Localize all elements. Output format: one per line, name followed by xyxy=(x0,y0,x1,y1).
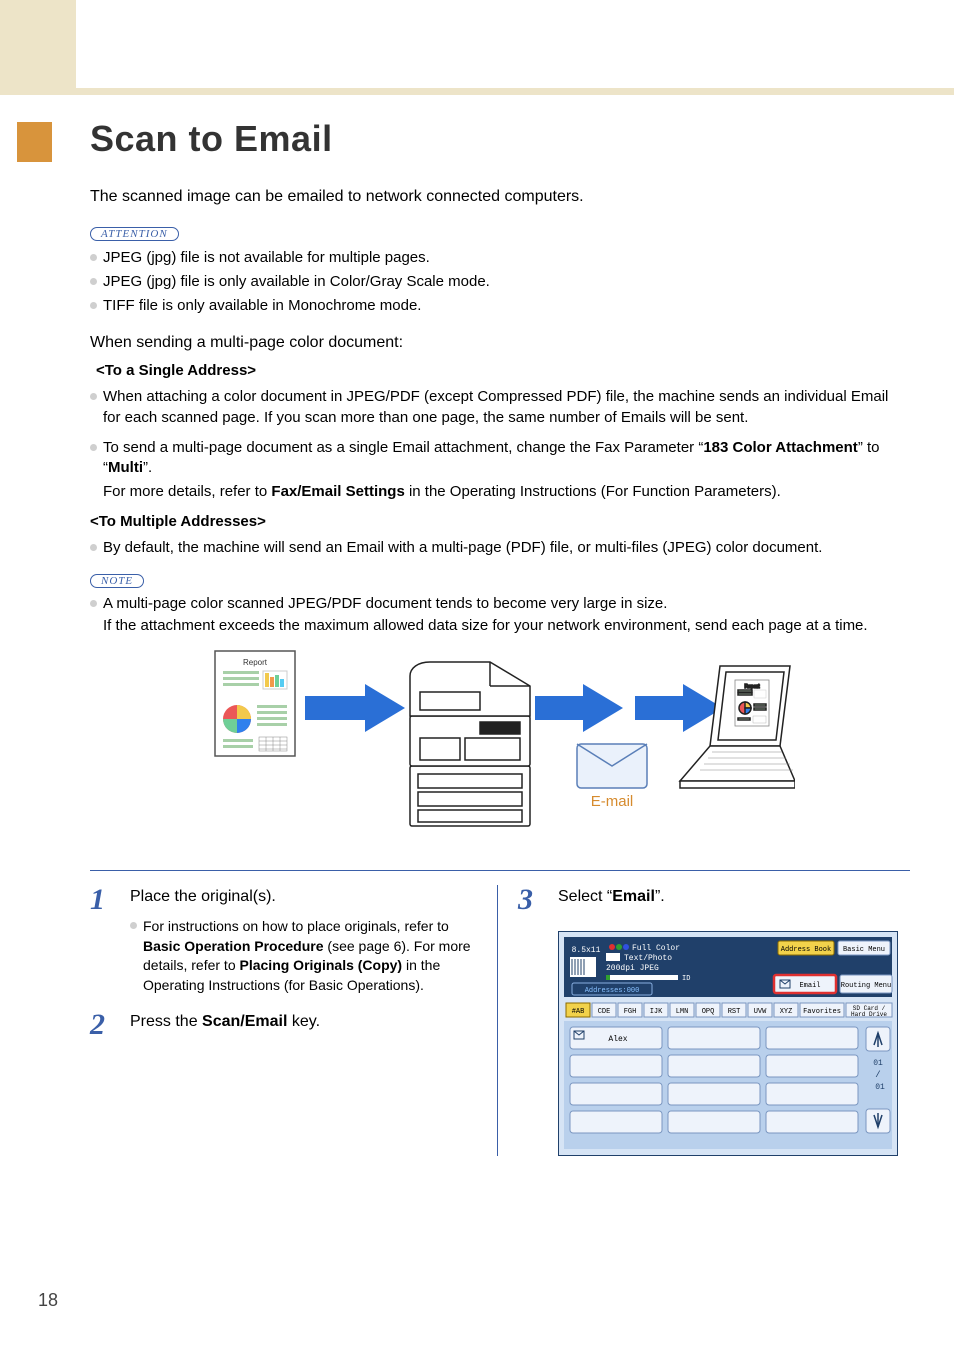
intro-text: The scanned image can be emailed to netw… xyxy=(90,188,910,206)
svg-text:RST: RST xyxy=(728,1008,741,1016)
attention-bullets: JPEG (jpg) file is not available for mul… xyxy=(90,247,910,316)
single-bullet-2: To send a multi-page document as a singl… xyxy=(103,438,910,479)
step-3-title: Select “Email”. xyxy=(558,885,898,909)
multipage-lead: When sending a multi-page color document… xyxy=(90,334,910,352)
svg-text:01: 01 xyxy=(873,1059,883,1068)
svg-text:200dpi JPEG: 200dpi JPEG xyxy=(606,964,659,973)
bullet-dot xyxy=(90,278,97,285)
svg-text:Address Book: Address Book xyxy=(781,946,831,954)
step-1-subbullet: For instructions on how to place origina… xyxy=(130,917,478,995)
svg-text:XYZ: XYZ xyxy=(780,1008,793,1016)
step-2-title: Press the Scan/Email key. xyxy=(130,1010,478,1034)
attention-bullet-3: TIFF file is only available in Monochrom… xyxy=(103,295,421,317)
bullet-dot xyxy=(90,393,97,400)
svg-text:/: / xyxy=(875,1070,880,1080)
page-title: Scan to Email xyxy=(90,118,910,160)
svg-text:FGH: FGH xyxy=(624,1008,637,1016)
section-accent-bar xyxy=(17,122,52,162)
note-list: A multi-page color scanned JPEG/PDF docu… xyxy=(90,594,910,614)
svg-text:IJK: IJK xyxy=(650,1008,663,1016)
svg-text:01: 01 xyxy=(875,1083,885,1092)
svg-text:Favorites: Favorites xyxy=(803,1008,841,1016)
single-address-list: When attaching a color document in JPEG/… xyxy=(90,387,910,478)
bullet-dot xyxy=(90,254,97,261)
diagram-report-label: Report xyxy=(243,658,268,667)
svg-text:Text/Photo: Text/Photo xyxy=(624,954,672,963)
flow-diagram: Report xyxy=(90,646,910,846)
multiple-address-list: By default, the machine will send an Ema… xyxy=(90,538,910,558)
svg-text:Full Color: Full Color xyxy=(632,944,680,953)
svg-text:Routing Menu: Routing Menu xyxy=(841,982,891,990)
svg-text:LMN: LMN xyxy=(676,1008,689,1016)
chapter-side-label: Chapter 2 Scan/Email Operations xyxy=(0,195,6,855)
attention-bullet-2: JPEG (jpg) file is only available in Col… xyxy=(103,271,490,293)
note-pill: NOTE xyxy=(90,574,144,588)
svg-text:Hard Drive: Hard Drive xyxy=(851,1011,887,1018)
svg-text:8.5x11: 8.5x11 xyxy=(572,946,601,955)
page-number: 18 xyxy=(38,1290,58,1311)
note-bullet-1: A multi-page color scanned JPEG/PDF docu… xyxy=(103,594,667,614)
diagram-email-label: E-mail xyxy=(591,793,634,810)
svg-text:Report: Report xyxy=(744,684,760,690)
bullet-dot xyxy=(90,444,97,451)
step-number-2: 2 xyxy=(90,1010,114,1040)
svg-text:ID: ID xyxy=(682,975,690,983)
step-number-1: 1 xyxy=(90,885,114,915)
step-1-title: Place the original(s). xyxy=(130,885,478,909)
single-address-head: <To a Single Address> xyxy=(96,362,910,379)
step-number-3: 3 xyxy=(518,885,542,915)
bullet-dot xyxy=(90,544,97,551)
bullet-dot xyxy=(90,600,97,607)
svg-text:UVW: UVW xyxy=(754,1008,767,1016)
note-follow: If the attachment exceeds the maximum al… xyxy=(103,616,910,636)
multiple-address-head: <To Multiple Addresses> xyxy=(90,513,910,530)
single-bullet-1: When attaching a color document in JPEG/… xyxy=(103,387,910,428)
chapter-title: Scan/Email Operations xyxy=(0,354,5,687)
svg-text:#AB: #AB xyxy=(572,1008,585,1016)
device-screenshot: 8.5x11 Full Color Text/Photo 200dpi JPEG… xyxy=(558,931,898,1156)
attention-pill: ATTENTION xyxy=(90,227,179,241)
svg-text:Email: Email xyxy=(799,982,820,990)
bullet-dot xyxy=(130,922,137,929)
svg-text:CDE: CDE xyxy=(598,1008,611,1016)
svg-text:Alex: Alex xyxy=(608,1035,627,1044)
svg-text:Basic Menu: Basic Menu xyxy=(843,946,885,954)
bullet-dot xyxy=(90,302,97,309)
single-follow: For more details, refer to Fax/Email Set… xyxy=(103,482,910,502)
chapter-prefix: Chapter 2 xyxy=(0,195,5,336)
svg-text:OPQ: OPQ xyxy=(702,1008,715,1016)
svg-text:Addresses:000: Addresses:000 xyxy=(585,987,640,995)
attention-bullet-1: JPEG (jpg) file is not available for mul… xyxy=(103,247,430,269)
step-divider xyxy=(90,870,910,871)
multiple-bullet-1: By default, the machine will send an Ema… xyxy=(103,538,822,558)
